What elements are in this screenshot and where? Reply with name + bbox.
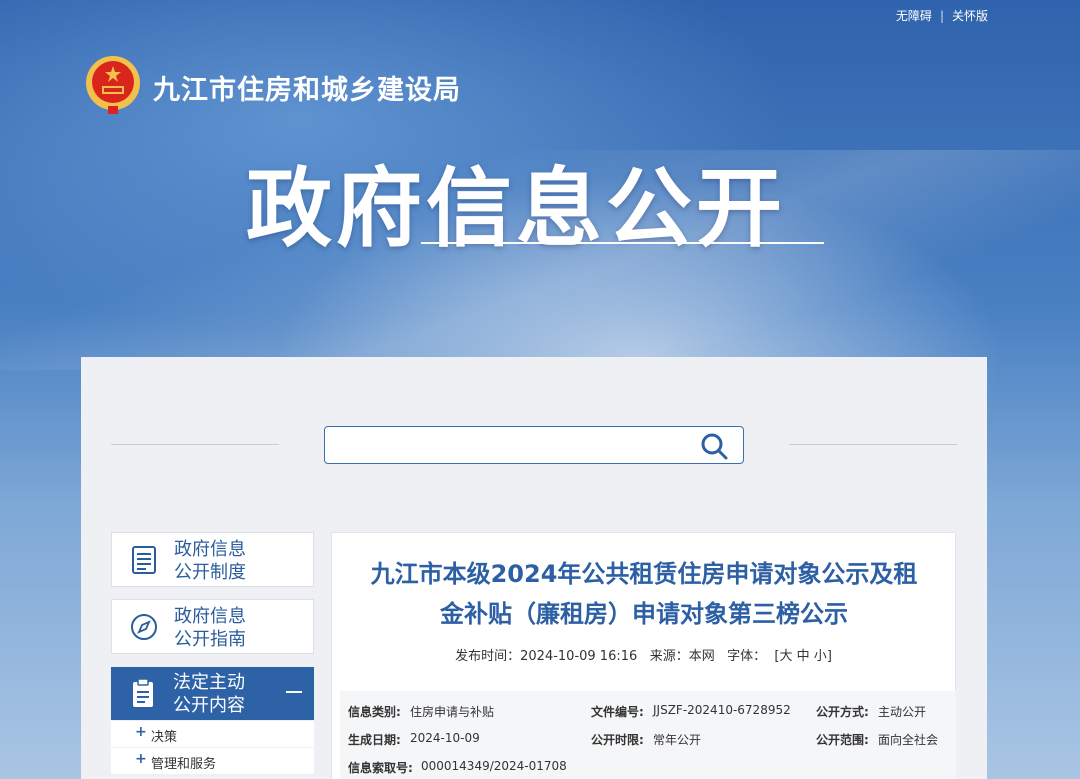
date-label: 生成日期: [348,733,401,747]
sidebar-subitem-decision[interactable]: + 决策 [111,721,314,747]
open-mode-label: 公开方式: [816,705,869,719]
clipboard-icon [133,678,153,707]
open-period-value: 常年公开 [653,733,702,747]
scope-value: 面向全社会 [878,733,939,747]
index-value: 000014349/2024-01708 [421,759,567,773]
font-large-button[interactable]: 大 [779,649,792,664]
hero-title: 政府信息公开 [246,159,786,259]
index-label: 信息索取号: [348,761,413,775]
care-mode-link[interactable]: 关怀版 [952,9,988,23]
source: 本网 [688,649,715,664]
national-emblem-icon [86,56,140,114]
divider: | [939,9,944,23]
scope-label: 公开范围: [816,733,869,747]
sidebar-item-disclosure-guide[interactable]: 政府信息 公开指南 [111,599,314,654]
search-box [324,426,744,464]
search-icon[interactable] [699,431,729,461]
accessibility-link[interactable]: 无障碍 [896,9,932,23]
doc-no-label: 文件编号: [591,705,644,719]
collapse-icon[interactable] [286,691,302,693]
date-value: 2024-10-09 [410,731,480,745]
search-input[interactable] [335,433,675,457]
hero-underline [421,242,824,244]
doc-no-value: JJSZF-202410-6728952 [653,703,791,717]
divider [111,444,279,445]
sidebar-item-label: 政府信息 公开指南 [174,606,246,650]
compass-icon [131,614,157,640]
category-value: 住房申请与补贴 [410,705,495,719]
expand-icon: + [135,751,147,767]
sidebar-item-disclosure-system[interactable]: 政府信息 公开制度 [111,532,314,587]
site-name[interactable]: 九江市住房和城乡建设局 [153,68,461,107]
font-medium-button[interactable]: 中 [797,649,810,664]
sidebar-item-label: 政府信息 公开制度 [174,539,246,583]
sidebar-item-label: 法定主动 公开内容 [173,672,245,716]
top-links: 无障碍 | 关怀版 [896,7,988,24]
sidebar-subitem-management[interactable]: + 管理和服务 [111,748,314,774]
article-meta: 发布时间：2024-10-09 16:16 来源：本网 字体： [大 中 小] [455,649,832,664]
info-table: 信息类别: 住房申请与补贴 文件编号: JJSZF-202410-6728952… [340,691,956,779]
publish-time: 2024-10-09 16:16 [520,649,638,664]
sidebar-item-statutory-content[interactable]: 法定主动 公开内容 [111,667,314,720]
open-period-label: 公开时限: [591,733,644,747]
category-label: 信息类别: [348,705,401,719]
document-list-icon [132,546,156,574]
divider [789,444,957,445]
open-mode-value: 主动公开 [878,705,927,719]
article-title: 九江市本级2024年公共租赁住房申请对象公示及租 金补贴（廉租房）申请对象第三榜… [370,560,918,628]
font-small-button[interactable]: 小 [814,649,827,664]
expand-icon: + [135,724,147,740]
